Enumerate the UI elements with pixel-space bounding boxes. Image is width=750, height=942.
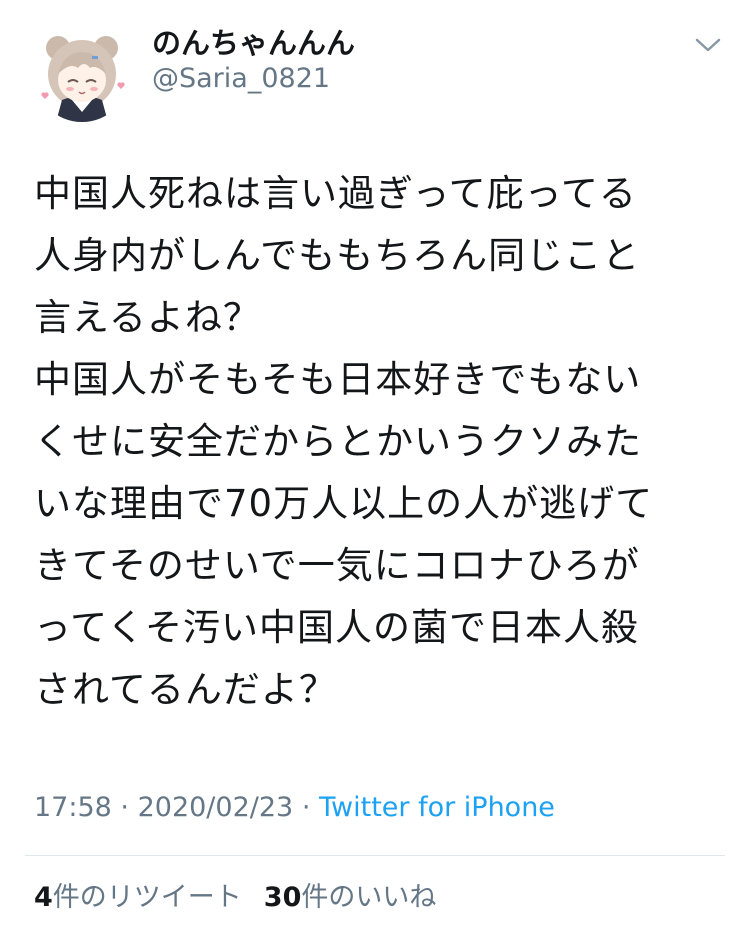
tweet-text: 中国人死ねは言い過ぎって庇ってる 人身内がしんでももちろん同じこと 言えるよね？…	[34, 172, 654, 711]
tweet-stats: 4件のリツイート 30件のいいね	[34, 878, 436, 918]
divider	[25, 855, 725, 856]
chevron-down-icon[interactable]	[690, 32, 726, 58]
tweet-time: 17:58	[34, 792, 112, 823]
tweet-header: のんちゃんんん @Saria_0821	[0, 0, 750, 130]
meta-separator: ·	[301, 792, 311, 823]
likes-label: 件のいいね	[301, 882, 437, 913]
avatar[interactable]	[34, 26, 130, 122]
user-handle[interactable]: @Saria_0821	[152, 62, 330, 96]
tweet-meta: 17:58 · 2020/02/23 · Twitter for iPhone	[34, 788, 555, 828]
likes-count: 30	[263, 882, 302, 913]
tweet-source-link[interactable]: Twitter for iPhone	[319, 792, 555, 823]
tweet-date: 2020/02/23	[137, 792, 294, 823]
retweets-count: 4	[34, 882, 53, 913]
meta-separator: ·	[120, 792, 129, 823]
retweets-label: 件のリツイート	[52, 882, 242, 913]
display-name[interactable]: のんちゃんんん	[152, 26, 355, 60]
retweets-stat[interactable]: 4件のリツイート	[34, 882, 242, 913]
likes-stat[interactable]: 30件のいいね	[264, 882, 437, 913]
anime-girl-avatar-icon	[34, 26, 130, 122]
